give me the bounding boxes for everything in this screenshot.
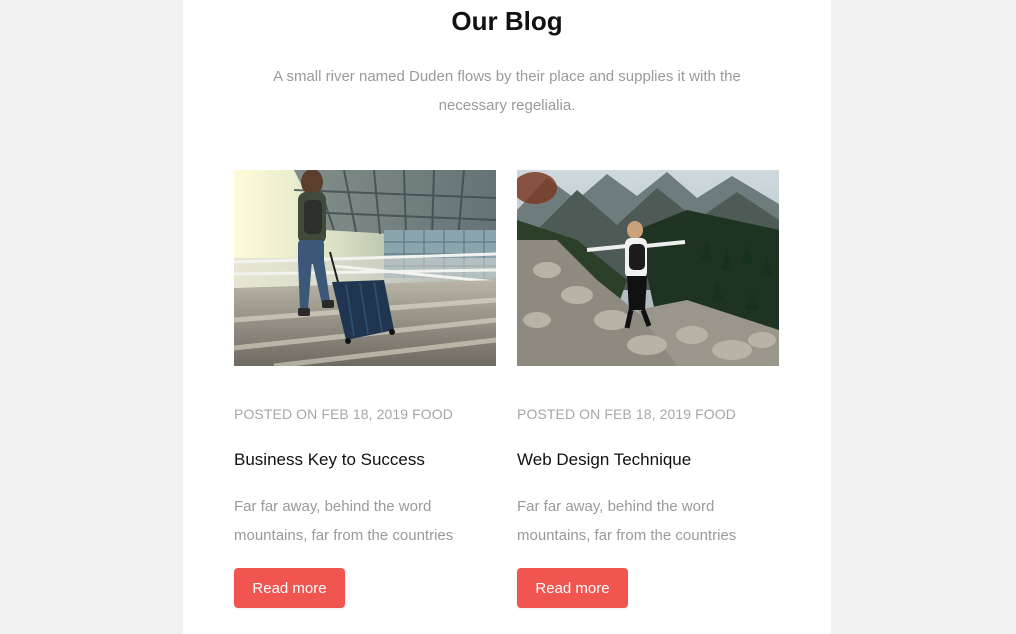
blog-card: POSTED ON FEB 18, 2019 FOOD Web Design T… [517,170,779,608]
read-more-button[interactable]: Read more [234,568,345,608]
blog-section: Our Blog A small river named Duden flows… [183,0,831,634]
post-title[interactable]: Business Key to Success [234,450,425,470]
post-excerpt: Far far away, behind the word mountains,… [234,498,454,544]
travel-photo [234,170,496,366]
post-title[interactable]: Web Design Technique [517,450,691,470]
blog-title: Our Blog [451,6,563,36]
post-excerpt: Far far away, behind the word mountains,… [517,498,737,544]
blog-intro: A small river named Duden flows by their… [273,68,741,114]
post-meta: POSTED ON FEB 18, 2019 FOOD [234,406,453,422]
post-meta: POSTED ON FEB 18, 2019 FOOD [517,406,736,422]
blog-card-image[interactable] [234,170,496,366]
blog-card: POSTED ON FEB 18, 2019 FOOD Business Key… [234,170,496,608]
mountain-photo [517,170,779,366]
read-more-button[interactable]: Read more [517,568,628,608]
blog-card-image[interactable] [517,170,779,366]
